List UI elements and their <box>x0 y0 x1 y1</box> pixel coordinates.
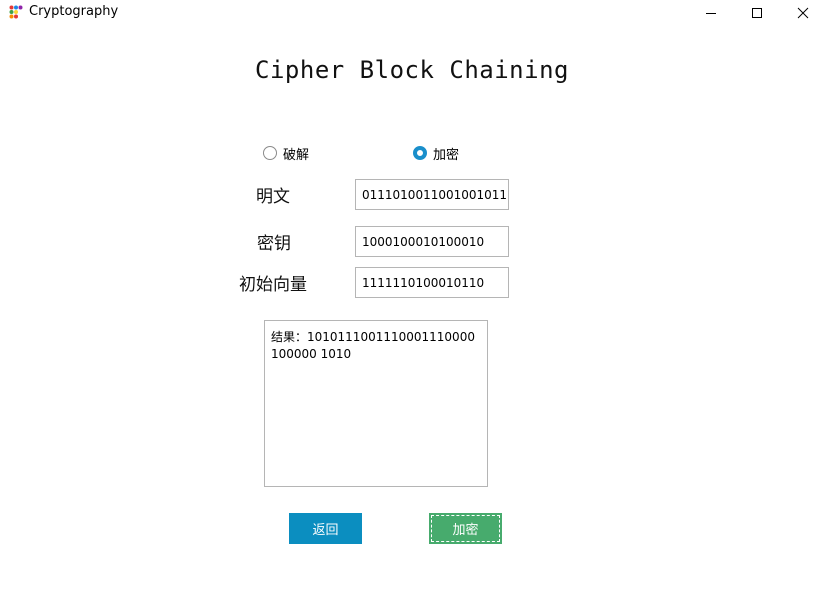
iv-label: 初始向量 <box>239 275 307 295</box>
result-textarea[interactable]: 结果：1010111001110001110000100000 1010 <box>264 320 488 487</box>
window-title: Cryptography <box>29 4 119 19</box>
radio-encrypt[interactable]: 加密 <box>413 145 460 163</box>
radio-decrypt-label: 破解 <box>283 147 310 163</box>
minimize-icon <box>706 13 716 14</box>
maximize-button[interactable] <box>734 0 780 26</box>
key-label: 密钥 <box>257 234 291 254</box>
radio-encrypt-label: 加密 <box>433 147 460 163</box>
radio-decrypt[interactable]: 破解 <box>263 145 310 163</box>
radio-checked-icon[interactable] <box>413 146 427 160</box>
title-bar[interactable]: Cryptography <box>0 0 824 26</box>
app-window: Cryptography Cipher Block Chaining 破解 加密… <box>0 0 824 612</box>
plaintext-input[interactable] <box>355 179 509 210</box>
close-icon <box>797 7 809 19</box>
close-button[interactable] <box>780 0 824 26</box>
encrypt-button[interactable]: 加密 <box>429 513 502 544</box>
iv-input[interactable] <box>355 267 509 298</box>
plaintext-label: 明文 <box>256 187 290 207</box>
back-button[interactable]: 返回 <box>289 513 362 544</box>
radio-unchecked-icon[interactable] <box>263 146 277 160</box>
result-text: 结果：1010111001110001110000100000 1010 <box>271 330 475 361</box>
page-title: Cipher Block Chaining <box>255 56 569 84</box>
minimize-button[interactable] <box>688 0 734 26</box>
key-input[interactable] <box>355 226 509 257</box>
maximize-icon <box>752 8 762 18</box>
app-logo-icon <box>9 5 23 19</box>
